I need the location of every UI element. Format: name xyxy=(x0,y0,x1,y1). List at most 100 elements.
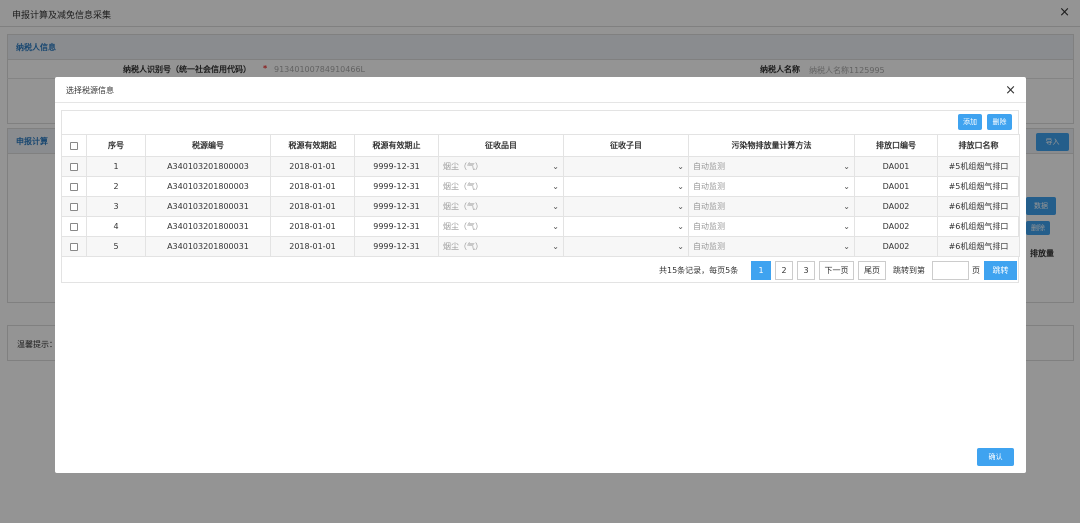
row-outlet-no: DA001 xyxy=(854,176,938,197)
row-method-select[interactable]: 自动监测 ⌄ xyxy=(688,236,855,257)
row-subitem-select[interactable]: ⌄ xyxy=(563,236,689,257)
add-button[interactable]: 添加 xyxy=(958,114,982,130)
chevron-down-icon: ⌄ xyxy=(843,222,850,231)
row-outlet-name: #6机组烟气排口 xyxy=(937,216,1020,237)
last-page-button[interactable]: 尾页 xyxy=(858,261,886,280)
confirm-button[interactable]: 确认 xyxy=(977,448,1014,466)
chevron-down-icon: ⌄ xyxy=(677,222,684,231)
row-method-select[interactable]: 自动监测 ⌄ xyxy=(688,176,855,197)
row-start: 2018-01-01 xyxy=(270,236,355,257)
dialog-title: 选择税源信息 xyxy=(66,86,114,95)
row-subitem-select[interactable]: ⌄ xyxy=(563,176,689,197)
row-outlet-name: #5机组烟气排口 xyxy=(937,156,1020,177)
chevron-down-icon: ⌄ xyxy=(552,222,559,231)
row-checkbox[interactable] xyxy=(70,202,78,211)
table-row[interactable]: 3 A340103201800031 2018-01-01 9999-12-31… xyxy=(61,196,1020,217)
row-end: 9999-12-31 xyxy=(354,156,439,177)
col-header-start: 税源有效期起 xyxy=(270,134,355,157)
table-row[interactable]: 5 A340103201800031 2018-01-01 9999-12-31… xyxy=(61,236,1020,257)
chevron-down-icon: ⌄ xyxy=(843,182,850,191)
row-source-id: A340103201800031 xyxy=(145,236,271,257)
row-item-value: 烟尘（气） xyxy=(443,242,483,251)
row-start: 2018-01-01 xyxy=(270,176,355,197)
table-row[interactable]: 2 A340103201800003 2018-01-01 9999-12-31… xyxy=(61,176,1020,197)
row-checkbox[interactable] xyxy=(70,182,78,191)
row-checkbox[interactable] xyxy=(70,242,78,251)
table-row[interactable]: 4 A340103201800031 2018-01-01 9999-12-31… xyxy=(61,216,1020,237)
col-header-end: 税源有效期止 xyxy=(354,134,439,157)
row-source-id: A340103201800003 xyxy=(145,176,271,197)
row-method-value: 自动监测 xyxy=(693,222,725,231)
select-all-checkbox[interactable] xyxy=(70,141,78,150)
chevron-down-icon: ⌄ xyxy=(552,162,559,171)
row-outlet-no: DA002 xyxy=(854,236,938,257)
row-item-value: 烟尘（气） xyxy=(443,222,483,231)
chevron-down-icon: ⌄ xyxy=(552,242,559,251)
row-no: 5 xyxy=(86,236,146,257)
row-no: 4 xyxy=(86,216,146,237)
row-checkbox[interactable] xyxy=(70,162,78,171)
next-page-button[interactable]: 下一页 xyxy=(819,261,854,280)
row-item-value: 烟尘（气） xyxy=(443,162,483,171)
row-subitem-select[interactable]: ⌄ xyxy=(563,156,689,177)
row-start: 2018-01-01 xyxy=(270,156,355,177)
row-item-select[interactable]: 烟尘（气） ⌄ xyxy=(438,176,564,197)
page-2-button[interactable]: 2 xyxy=(775,261,793,280)
row-item-select[interactable]: 烟尘（气） ⌄ xyxy=(438,216,564,237)
col-header-outlet-name: 排放口名称 xyxy=(937,134,1020,157)
row-source-id: A340103201800003 xyxy=(145,156,271,177)
chevron-down-icon: ⌄ xyxy=(677,242,684,251)
page-1-button[interactable]: 1 xyxy=(751,261,771,280)
row-method-value: 自动监测 xyxy=(693,162,725,171)
jump-label: 跳转到第 xyxy=(893,266,925,275)
row-method-value: 自动监测 xyxy=(693,242,725,251)
row-no: 2 xyxy=(86,176,146,197)
row-start: 2018-01-01 xyxy=(270,196,355,217)
dialog-close-icon[interactable]: × xyxy=(1005,83,1016,98)
col-header-no: 序号 xyxy=(86,134,146,157)
delete-button[interactable]: 删除 xyxy=(987,114,1012,130)
chevron-down-icon: ⌄ xyxy=(552,182,559,191)
row-subitem-select[interactable]: ⌄ xyxy=(563,196,689,217)
row-item-value: 烟尘（气） xyxy=(443,182,483,191)
row-item-select[interactable]: 烟尘（气） ⌄ xyxy=(438,196,564,217)
row-checkbox[interactable] xyxy=(70,222,78,231)
jump-button[interactable]: 跳转 xyxy=(984,261,1017,280)
row-no: 1 xyxy=(86,156,146,177)
row-method-value: 自动监测 xyxy=(693,202,725,211)
row-end: 9999-12-31 xyxy=(354,176,439,197)
col-header-item: 征收品目 xyxy=(438,134,564,157)
row-source-id: A340103201800031 xyxy=(145,216,271,237)
table-row[interactable]: 1 A340103201800003 2018-01-01 9999-12-31… xyxy=(61,156,1020,177)
jump-page-input[interactable] xyxy=(932,261,969,280)
table-header-row: 序号 税源编号 税源有效期起 税源有效期止 征收品目 征收子目 污染物排放量计算… xyxy=(61,134,1020,157)
row-end: 9999-12-31 xyxy=(354,216,439,237)
row-end: 9999-12-31 xyxy=(354,196,439,217)
col-header-source-id: 税源编号 xyxy=(145,134,271,157)
row-item-select[interactable]: 烟尘（气） ⌄ xyxy=(438,156,564,177)
row-outlet-name: #6机组烟气排口 xyxy=(937,236,1020,257)
row-item-select[interactable]: 烟尘（气） ⌄ xyxy=(438,236,564,257)
chevron-down-icon: ⌄ xyxy=(843,162,850,171)
row-subitem-select[interactable]: ⌄ xyxy=(563,216,689,237)
row-no: 3 xyxy=(86,196,146,217)
row-method-select[interactable]: 自动监测 ⌄ xyxy=(688,216,855,237)
select-all-cell[interactable] xyxy=(61,134,87,157)
row-outlet-name: #5机组烟气排口 xyxy=(937,176,1020,197)
row-start: 2018-01-01 xyxy=(270,216,355,237)
row-method-select[interactable]: 自动监测 ⌄ xyxy=(688,156,855,177)
row-outlet-no: DA001 xyxy=(854,156,938,177)
select-tax-source-dialog: 选择税源信息 × 添加 删除 序号 税源编号 税源有效期起 税源有效期止 征收品… xyxy=(55,77,1026,473)
tax-source-table: 序号 税源编号 税源有效期起 税源有效期止 征收品目 征收子目 污染物排放量计算… xyxy=(61,134,1020,257)
dialog-divider xyxy=(55,102,1026,103)
page-3-button[interactable]: 3 xyxy=(797,261,815,280)
row-outlet-name: #6机组烟气排口 xyxy=(937,196,1020,217)
col-header-subitem: 征收子目 xyxy=(563,134,689,157)
pagination-summary: 共15条记录，每页5条 xyxy=(659,266,739,275)
row-outlet-no: DA002 xyxy=(854,196,938,217)
row-method-value: 自动监测 xyxy=(693,182,725,191)
row-outlet-no: DA002 xyxy=(854,216,938,237)
page-unit-label: 页 xyxy=(972,266,980,275)
chevron-down-icon: ⌄ xyxy=(843,202,850,211)
row-method-select[interactable]: 自动监测 ⌄ xyxy=(688,196,855,217)
